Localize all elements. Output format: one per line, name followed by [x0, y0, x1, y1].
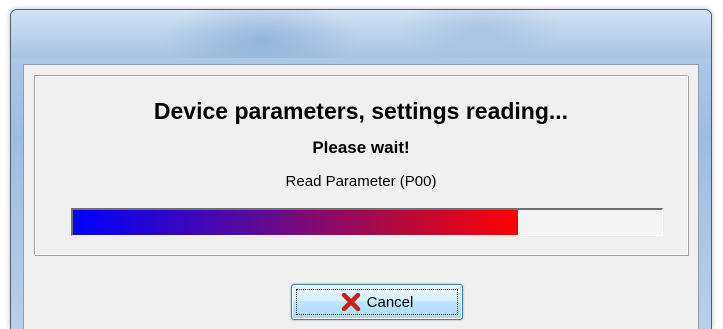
- progress-dialog-window: Device parameters, settings reading... P…: [10, 9, 712, 329]
- status-panel: Device parameters, settings reading... P…: [34, 75, 688, 255]
- wait-message: Please wait!: [312, 138, 410, 157]
- dialog-heading: Device parameters, settings reading...: [153, 98, 569, 124]
- red-x-icon: [341, 293, 361, 311]
- cancel-button[interactable]: Cancel: [291, 284, 463, 320]
- progress-bar-fill: [73, 210, 518, 235]
- progress-bar: [71, 208, 663, 236]
- dialog-client-area: Device parameters, settings reading... P…: [23, 64, 699, 329]
- cancel-button-label: Cancel: [366, 293, 414, 311]
- status-text: Read Parameter (P00): [285, 173, 437, 190]
- window-titlebar[interactable]: [11, 10, 711, 58]
